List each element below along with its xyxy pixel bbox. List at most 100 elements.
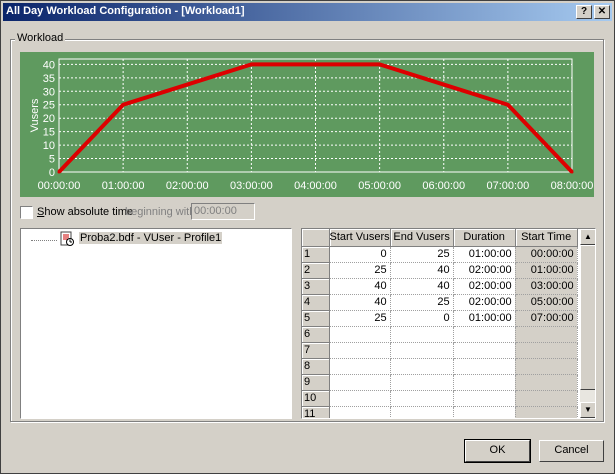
cell-end-vusers[interactable]: 40 — [390, 278, 454, 295]
cell-start-vusers[interactable] — [329, 374, 391, 391]
cell-end-vusers[interactable] — [390, 358, 454, 375]
x-tick-label: 08:00:00 — [551, 180, 594, 192]
cell-start-vusers[interactable]: 40 — [329, 294, 391, 311]
y-tick-label: 15 — [43, 127, 55, 139]
cell-end-vusers[interactable] — [390, 390, 454, 407]
row-header[interactable]: 8 — [302, 358, 330, 375]
dialog-window: All Day Workload Configuration - [Worklo… — [0, 0, 615, 474]
row-header[interactable]: 6 — [302, 326, 330, 343]
cell-duration[interactable]: 01:00:00 — [453, 246, 516, 263]
cell-start-time — [515, 342, 578, 359]
cell-end-vusers[interactable]: 40 — [390, 262, 454, 279]
row-header[interactable]: 3 — [302, 278, 330, 295]
cell-end-vusers[interactable] — [390, 326, 454, 343]
data-point — [314, 62, 317, 66]
table-row[interactable]: 5 25 0 01:00:00 07:00:00 — [302, 310, 578, 327]
row-header[interactable]: 1 — [302, 246, 330, 263]
x-tick-label: 05:00:00 — [358, 180, 401, 192]
beginning-time-input[interactable]: 00:00:00 — [191, 203, 255, 220]
cell-start-vusers[interactable] — [329, 406, 391, 418]
tree-item-profile[interactable]: Proba2.bdf - VUser - Profile1 — [79, 232, 223, 244]
cell-duration[interactable] — [453, 374, 516, 391]
table-row[interactable]: 6 — [302, 326, 578, 343]
cell-start-vusers[interactable] — [329, 390, 391, 407]
table-row[interactable]: 7 — [302, 342, 578, 359]
row-header[interactable]: 9 — [302, 374, 330, 391]
workload-table: Start Vusers End Vusers Duration Start T… — [302, 229, 578, 418]
y-tick-label: 40 — [43, 59, 55, 71]
row-header[interactable]: 10 — [302, 390, 330, 407]
cell-duration[interactable]: 01:00:00 — [453, 310, 516, 327]
scroll-down-icon[interactable]: ▼ — [580, 402, 595, 418]
cell-start-vusers[interactable]: 25 — [329, 262, 391, 279]
show-absolute-time-checkbox[interactable] — [20, 206, 33, 219]
y-tick-label: 30 — [43, 86, 55, 98]
x-tick-label: 07:00:00 — [486, 180, 529, 192]
table-row[interactable]: 9 — [302, 374, 578, 391]
cancel-button[interactable]: Cancel — [539, 440, 604, 462]
header-end-vusers[interactable]: End Vusers — [390, 229, 454, 247]
cell-start-vusers[interactable] — [329, 326, 391, 343]
cell-duration[interactable] — [453, 390, 516, 407]
workload-chart: 0 5 10 15 20 25 30 35 40 00:00:00 01:00:00 02:00:00… — [20, 52, 594, 197]
y-tick-label: 35 — [43, 73, 55, 85]
scroll-thumb[interactable] — [580, 245, 595, 390]
header-start-vusers[interactable]: Start Vusers — [329, 229, 391, 247]
data-point — [57, 170, 61, 174]
cell-start-time — [515, 358, 578, 375]
table-row[interactable]: 4 40 25 02:00:00 05:00:00 — [302, 294, 578, 311]
table-row[interactable]: 3 40 40 02:00:00 03:00:00 — [302, 278, 578, 295]
cell-start-time: 05:00:00 — [515, 294, 578, 311]
cell-duration[interactable] — [453, 358, 516, 375]
cell-end-vusers[interactable]: 25 — [390, 246, 454, 263]
window-title: All Day Workload Configuration - [Worklo… — [6, 5, 245, 17]
y-tick-label: 0 — [49, 167, 55, 179]
cell-start-vusers[interactable]: 40 — [329, 278, 391, 295]
cell-start-vusers[interactable] — [329, 342, 391, 359]
cell-duration[interactable] — [453, 342, 516, 359]
close-button[interactable]: ✕ — [594, 5, 610, 19]
header-start-time[interactable]: Start Time — [515, 229, 578, 247]
cell-end-vusers[interactable] — [390, 342, 454, 359]
cell-end-vusers[interactable]: 25 — [390, 294, 454, 311]
cell-duration[interactable] — [453, 406, 516, 418]
row-header[interactable]: 11 — [302, 406, 330, 418]
table-row[interactable]: 1 0 25 01:00:00 00:00:00 — [302, 246, 578, 263]
cell-start-time: 03:00:00 — [515, 278, 578, 295]
cell-end-vusers[interactable] — [390, 406, 454, 418]
cell-end-vusers[interactable] — [390, 374, 454, 391]
ok-button[interactable]: OK — [464, 439, 531, 463]
title-bar[interactable]: All Day Workload Configuration - [Worklo… — [3, 3, 612, 21]
table-row[interactable]: 2 25 40 02:00:00 01:00:00 — [302, 262, 578, 279]
cell-end-vusers[interactable]: 0 — [390, 310, 454, 327]
show-absolute-row: Show absolute time beginning with 00:00:… — [20, 203, 420, 220]
cell-duration[interactable]: 02:00:00 — [453, 294, 516, 311]
x-tick-label: 03:00:00 — [230, 180, 273, 192]
data-point — [185, 83, 189, 87]
row-header[interactable]: 5 — [302, 310, 330, 327]
y-tick-label: 20 — [43, 113, 55, 125]
cell-duration[interactable] — [453, 326, 516, 343]
scroll-up-icon[interactable]: ▲ — [580, 229, 595, 245]
table-row[interactable]: 8 — [302, 358, 578, 375]
show-absolute-time-text: how absolute time — [44, 206, 134, 218]
row-header[interactable]: 2 — [302, 262, 330, 279]
profile-tree[interactable]: Proba2.bdf - VUser - Profile1 — [20, 228, 292, 419]
cell-duration[interactable]: 02:00:00 — [453, 262, 516, 279]
header-duration[interactable]: Duration — [453, 229, 516, 247]
cell-start-vusers[interactable]: 25 — [329, 310, 391, 327]
row-header[interactable]: 4 — [302, 294, 330, 311]
grid-corner — [302, 229, 330, 247]
help-button[interactable]: ? — [576, 5, 592, 19]
show-absolute-time-label[interactable]: Show absolute time — [37, 206, 133, 218]
cell-duration[interactable]: 02:00:00 — [453, 278, 516, 295]
cell-start-vusers[interactable]: 0 — [329, 246, 391, 263]
grid-vertical-scrollbar[interactable]: ▲ ▼ — [580, 229, 595, 418]
table-row[interactable]: 11 — [302, 406, 578, 418]
row-header[interactable]: 7 — [302, 342, 330, 359]
table-row[interactable]: 10 — [302, 390, 578, 407]
cell-start-vusers[interactable] — [329, 358, 391, 375]
x-tick-label: 00:00:00 — [38, 180, 81, 192]
y-tick-label: 25 — [43, 100, 55, 112]
cell-start-time: 01:00:00 — [515, 262, 578, 279]
